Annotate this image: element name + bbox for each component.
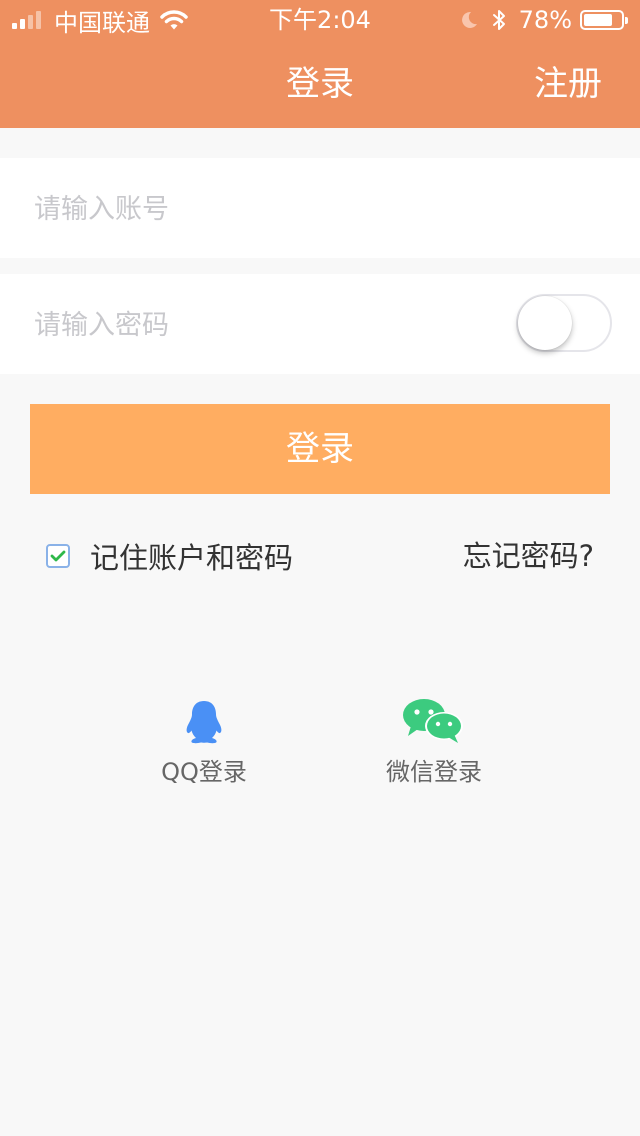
status-right: 78% xyxy=(459,6,628,34)
battery-icon xyxy=(580,10,628,30)
moon-icon xyxy=(461,11,477,28)
header-bar: 中国联通 下午2:04 78% 登录 注册 xyxy=(0,0,640,128)
check-icon xyxy=(50,550,66,562)
wechat-login-label: 微信登录 xyxy=(386,758,482,786)
remember-label: 记住账户和密码 xyxy=(90,541,294,575)
battery-fill xyxy=(584,14,613,26)
qq-login-button[interactable]: QQ登录 xyxy=(144,690,264,787)
account-row xyxy=(0,158,640,260)
toggle-knob xyxy=(518,296,572,350)
bluetooth-icon xyxy=(492,10,505,30)
status-bar: 中国联通 下午2:04 78% xyxy=(0,0,640,40)
password-input[interactable] xyxy=(32,274,476,376)
password-row xyxy=(0,274,640,376)
qq-penguin-icon xyxy=(186,701,222,744)
password-visibility-toggle[interactable] xyxy=(516,294,612,352)
register-button[interactable]: 注册 xyxy=(534,62,602,106)
remember-checkbox[interactable] xyxy=(46,544,70,568)
account-input[interactable] xyxy=(32,158,476,260)
battery-percent: 78% xyxy=(518,6,572,34)
qq-login-label: QQ登录 xyxy=(161,758,247,786)
login-button[interactable]: 登录 xyxy=(30,404,610,494)
wechat-icon xyxy=(403,699,463,743)
forgot-password-link[interactable]: 忘记密码? xyxy=(463,534,594,578)
remember-row[interactable]: 记住账户和密码 xyxy=(46,534,293,578)
wechat-login-button[interactable]: 微信登录 xyxy=(374,690,494,787)
